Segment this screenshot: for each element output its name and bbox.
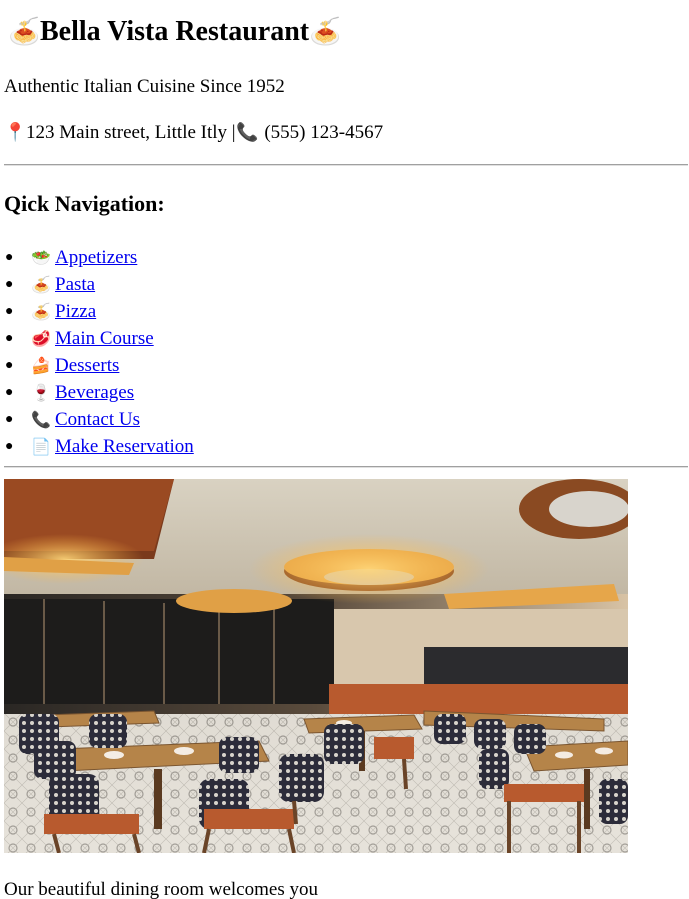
- contact-line: 📍123 Main street, Little Itly |📞 (555) 1…: [4, 121, 383, 145]
- list-item: ● 🍝 Pizza: [0, 298, 194, 325]
- nav-link-label: Main Course: [55, 328, 154, 349]
- wine-glass-icon: 🍷: [31, 383, 51, 402]
- map-pin-icon: 📍: [4, 122, 27, 143]
- nav-link-desserts[interactable]: 🍰 Desserts: [31, 355, 119, 376]
- dining-room-illustration: [4, 479, 628, 853]
- nav-link-label: Beverages: [55, 382, 135, 403]
- nav-link-make-reservation[interactable]: 📄 Make Reservation: [31, 436, 194, 457]
- nav-link-contact-us[interactable]: 📞 Contact Us: [31, 409, 140, 430]
- nav-link-label: Pizza: [55, 301, 97, 322]
- nav-link-beverages[interactable]: 🍷 Beverages: [31, 382, 134, 403]
- nav-link-label: Pasta: [55, 274, 96, 295]
- restaurant-page: 🍝 Bella Vista Restaurant 🍝 Authentic Ita…: [0, 0, 689, 899]
- phone-text: (555) 123-4567: [264, 122, 384, 143]
- bullet: ●: [5, 277, 14, 292]
- nav-link-label: Desserts: [55, 355, 120, 376]
- list-item: ● 🍰 Desserts: [0, 352, 194, 379]
- spaghetti-icon: 🍝: [8, 17, 41, 47]
- list-item: ● 🍝 Pasta: [0, 271, 194, 298]
- tagline: Authentic Italian Cuisine Since 1952: [4, 76, 285, 97]
- salad-icon: 🥗: [31, 248, 51, 267]
- bullet: ●: [5, 358, 14, 373]
- restaurant-name: Bella Vista Restaurant: [40, 16, 310, 47]
- nav-link-pizza[interactable]: 🍝 Pizza: [31, 301, 96, 322]
- spaghetti-icon: 🍝: [31, 275, 51, 294]
- nav-link-appetizers[interactable]: 🥗 Appetizers: [31, 247, 137, 268]
- navigation-heading: Qick Navigation:: [4, 191, 165, 216]
- nav-link-label: Make Reservation: [55, 436, 194, 457]
- list-item: ● 🥩 Main Course: [0, 325, 194, 352]
- nav-link-main-course[interactable]: 🥩 Main Course: [31, 328, 154, 349]
- dining-room-photo: [4, 479, 628, 853]
- address-text: 123 Main street, Little Itly: [26, 122, 228, 143]
- spaghetti-icon: 🍝: [31, 302, 51, 321]
- photo-caption: Our beautiful dining room welcomes you: [4, 879, 318, 899]
- bullet: ●: [5, 250, 14, 265]
- bullet: ●: [5, 385, 14, 400]
- bullet: ●: [5, 439, 14, 454]
- telephone-icon: 📞: [31, 410, 51, 429]
- page-title: 🍝 Bella Vista Restaurant 🍝: [8, 14, 341, 50]
- bullet: ●: [5, 304, 14, 319]
- telephone-icon: 📞: [236, 122, 259, 143]
- nav-link-pasta[interactable]: 🍝 Pasta: [31, 274, 95, 295]
- spaghetti-icon: 🍝: [309, 17, 342, 47]
- bullet: ●: [5, 331, 14, 346]
- meat-icon: 🥩: [31, 329, 51, 348]
- list-item: ● 📞 Contact Us: [0, 406, 194, 433]
- nav-link-label: Contact Us: [55, 409, 140, 430]
- cake-icon: 🍰: [31, 356, 51, 375]
- list-item: ● 🥗 Appetizers: [0, 244, 194, 271]
- document-icon: 📄: [31, 437, 51, 456]
- list-item: ● 📄 Make Reservation: [0, 433, 194, 460]
- divider: [4, 164, 688, 166]
- nav-link-label: Appetizers: [55, 247, 138, 268]
- bullet: ●: [5, 412, 14, 427]
- list-item: ● 🍷 Beverages: [0, 379, 194, 406]
- navigation-list: ● 🥗 Appetizers ● 🍝 Pasta ● 🍝 Pizza ● 🥩 Main Cour…: [0, 244, 194, 460]
- divider: [4, 466, 688, 468]
